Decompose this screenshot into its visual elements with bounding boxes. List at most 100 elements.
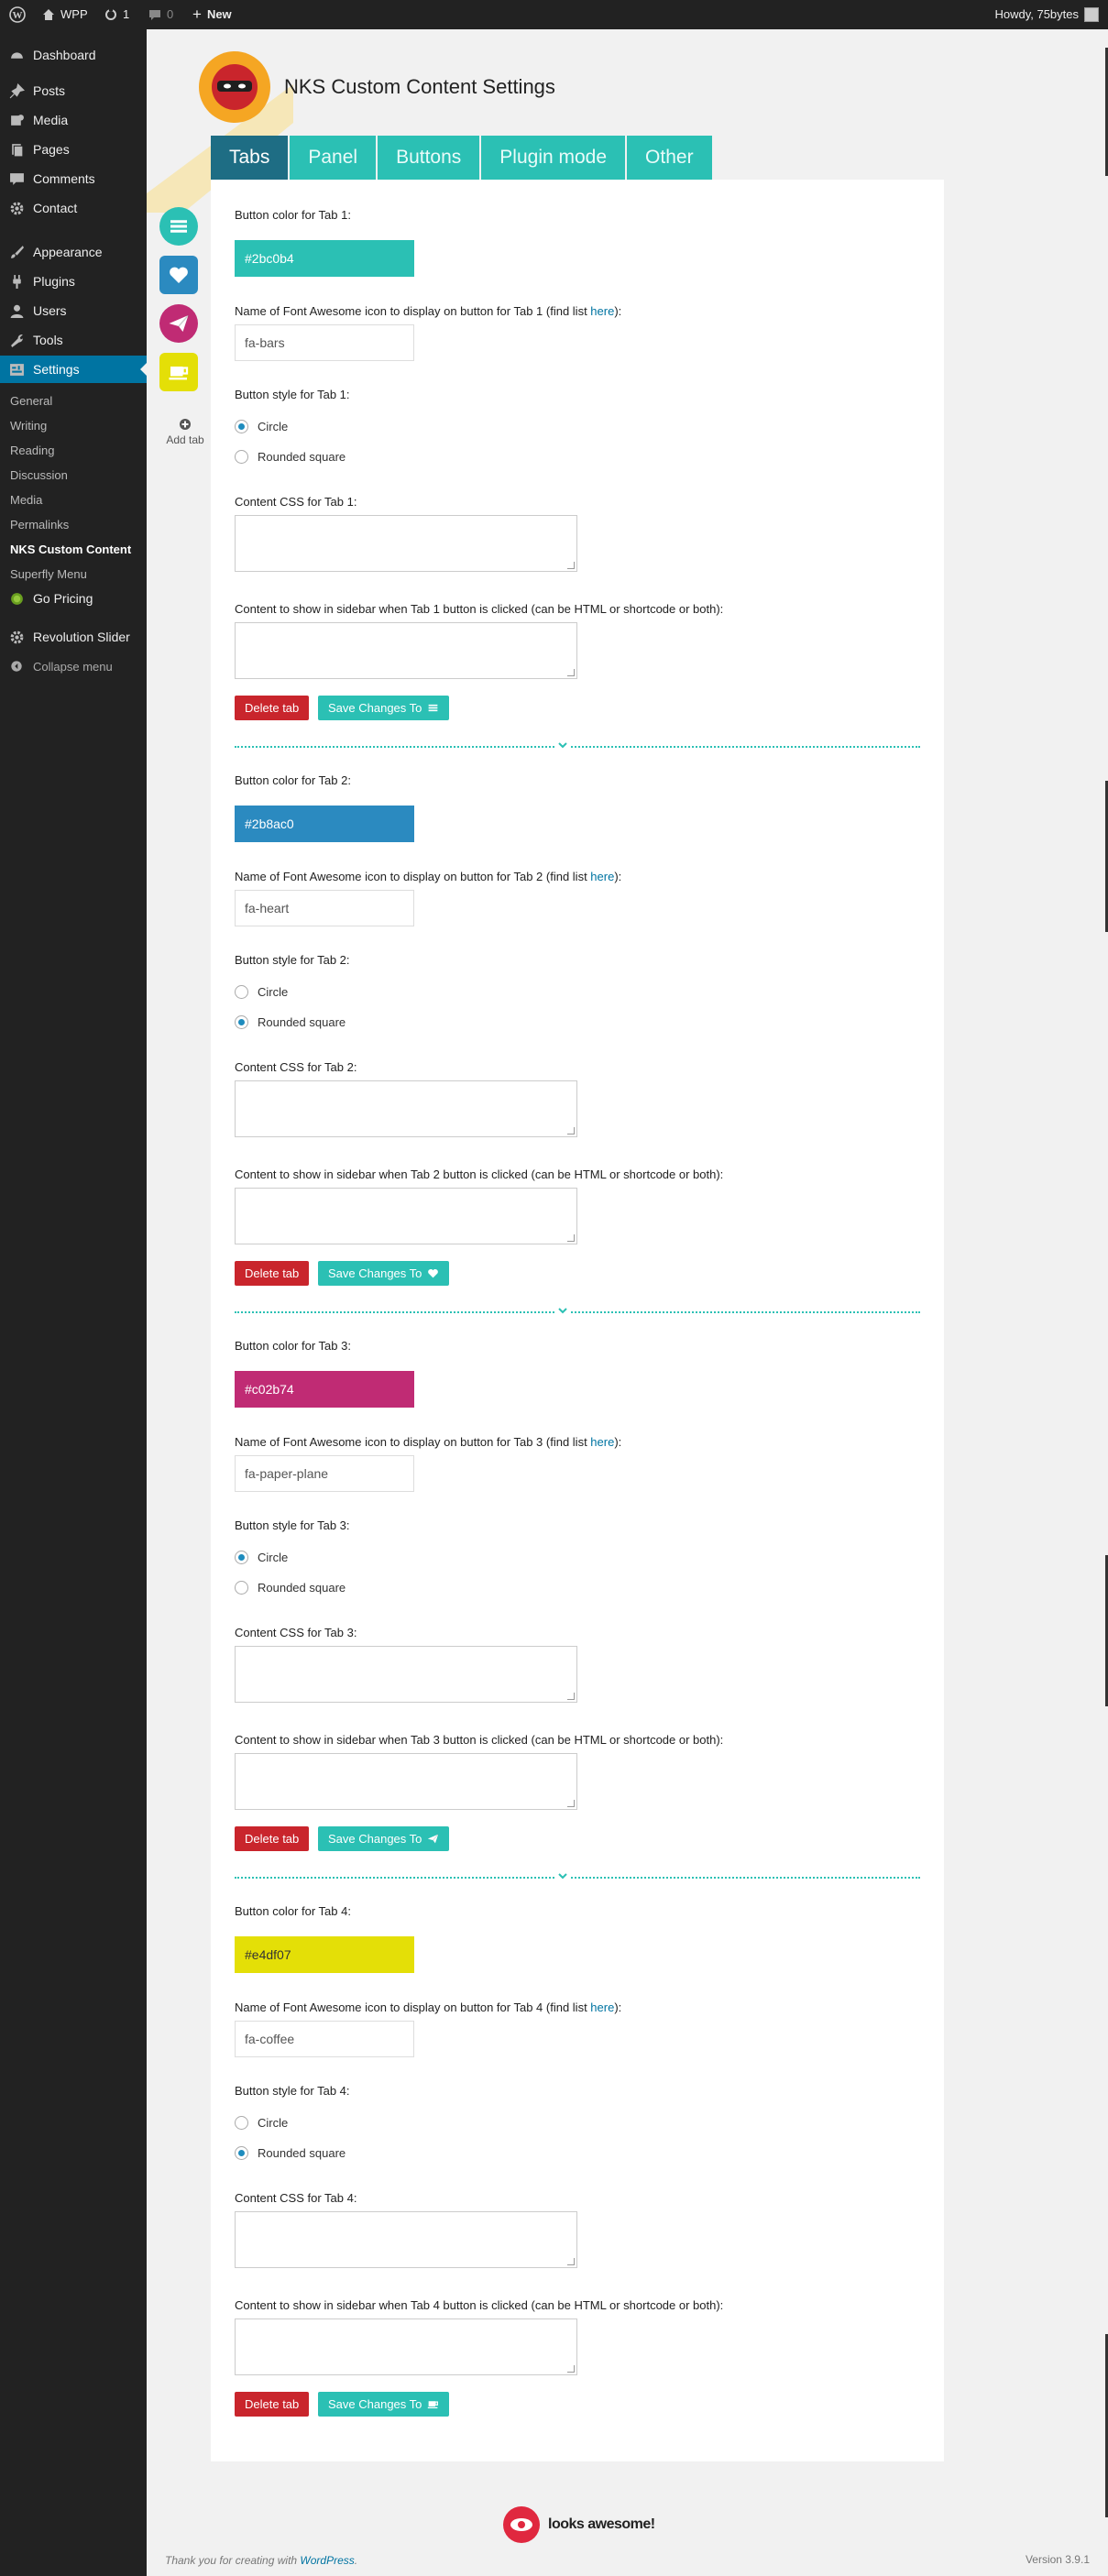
tab-1-icon-input[interactable] — [235, 324, 414, 361]
menu-item-appearance[interactable]: Appearance — [0, 238, 147, 266]
menu-item-pages[interactable]: Pages — [0, 136, 147, 163]
submenu-item-superfly-menu[interactable]: Superfly Menu — [10, 567, 87, 581]
tab-3-style-label: Button style for Tab 3: — [235, 1518, 350, 1532]
save-tab-4-button[interactable]: Save Changes To — [318, 2392, 450, 2417]
tab-4-css-textarea[interactable] — [235, 2211, 577, 2268]
menu-item-comments[interactable]: Comments — [0, 165, 147, 192]
coffee-icon — [169, 367, 189, 380]
menu-item-users[interactable]: Users — [0, 297, 147, 324]
menu-item-tools[interactable]: Tools — [0, 326, 147, 354]
tab-2-content-textarea[interactable] — [235, 1188, 577, 1244]
tab-preview-button-3[interactable] — [156, 301, 202, 346]
tab-3-content-label: Content to show in sidebar when Tab 3 bu… — [235, 1733, 724, 1747]
comment-icon — [149, 10, 160, 20]
tab-2-css-textarea[interactable] — [235, 1080, 577, 1137]
looks-awesome-brand[interactable]: looks awesome! — [502, 2505, 655, 2544]
tab-preview-button-1[interactable] — [156, 203, 202, 249]
submenu-item-nks-custom-content[interactable]: NKS Custom Content — [10, 543, 131, 556]
menu-item-label: Pages — [33, 142, 70, 157]
menu-item-revolution-slider[interactable]: Revolution Slider — [0, 623, 147, 651]
submenu-item-permalinks[interactable]: Permalinks — [10, 518, 69, 532]
tab-3-icon-input[interactable] — [235, 1455, 414, 1492]
tab-2-style-circle-radio[interactable]: Circle — [235, 985, 288, 999]
tab-4-color-picker[interactable]: #e4df07 — [235, 1936, 414, 1973]
tab-2-icon-input[interactable] — [235, 890, 414, 926]
radio-label: Rounded square — [258, 1581, 346, 1595]
tab-plugin-mode[interactable]: Plugin mode — [481, 136, 626, 180]
site-name-link[interactable]: WPP — [42, 0, 88, 29]
tab-4-style-label: Button style for Tab 4: — [235, 2084, 350, 2098]
save-tab-3-button[interactable]: Save Changes To — [318, 1826, 450, 1851]
tab-1-style-circle-radio[interactable]: Circle — [235, 420, 288, 433]
comments-link[interactable]: 0 — [148, 0, 173, 29]
my-account-link[interactable]: Howdy, 75bytes — [994, 0, 1099, 29]
wordpress-logo-icon[interactable]: W — [9, 0, 26, 29]
tab-4-content-textarea[interactable] — [235, 2318, 577, 2375]
tab-4-icon-input[interactable] — [235, 2021, 414, 2057]
menu-item-label: Appearance — [33, 245, 103, 259]
delete-tab-3-button[interactable]: Delete tab — [235, 1826, 310, 1851]
delete-tab-4-button[interactable]: Delete tab — [235, 2392, 310, 2417]
icon-list-link[interactable]: here — [590, 304, 614, 318]
brand-text: looks awesome! — [548, 2516, 655, 2532]
pin-icon — [9, 82, 25, 98]
menu-item-dashboard[interactable]: Dashboard — [0, 41, 147, 69]
menu-item-go-pricing[interactable]: Go Pricing — [0, 585, 147, 612]
submenu-item-reading[interactable]: Reading — [10, 444, 54, 457]
tab-4-style-rounded-radio[interactable]: Rounded square — [235, 2146, 346, 2160]
tab-3-style-rounded-radio[interactable]: Rounded square — [235, 1581, 346, 1595]
tab-1-color-picker[interactable]: #2bc0b4 — [235, 240, 414, 277]
tab-3-content-textarea[interactable] — [235, 1753, 577, 1810]
radio-label: Rounded square — [258, 2146, 346, 2160]
ninja-logo-icon — [199, 51, 270, 123]
icon-list-link[interactable]: here — [590, 1435, 614, 1449]
new-content-link[interactable]: + New — [192, 0, 232, 29]
menu-item-contact[interactable]: Contact — [0, 194, 147, 222]
tab-3-color-picker[interactable]: #c02b74 — [235, 1371, 414, 1408]
tab-3-css-textarea[interactable] — [235, 1646, 577, 1703]
tab-1-content-textarea[interactable] — [235, 622, 577, 679]
tab-3-style-circle-radio[interactable]: Circle — [235, 1551, 288, 1564]
paper-plane-icon — [428, 1834, 439, 1844]
tab-2-color-picker[interactable]: #2b8ac0 — [235, 806, 414, 842]
tab-1-css-textarea[interactable] — [235, 515, 577, 572]
menu-item-plugins[interactable]: Plugins — [0, 268, 147, 295]
icon-list-link[interactable]: here — [590, 870, 614, 883]
menu-item-posts[interactable]: Posts — [0, 77, 147, 104]
menu-item-settings[interactable]: Settings — [0, 356, 147, 383]
menu-item-label: Plugins — [33, 274, 75, 289]
tabs-settings-panel: Button color for Tab 1: #2bc0b4 Name of Fo… — [211, 180, 944, 2461]
icon-list-link[interactable]: here — [590, 2001, 614, 2014]
wordpress-link[interactable]: WordPress — [300, 2554, 354, 2567]
tab-4-style-circle-radio[interactable]: Circle — [235, 2116, 288, 2130]
add-tab-button[interactable]: Add tab — [158, 418, 213, 446]
tab-buttons[interactable]: Buttons — [378, 136, 480, 180]
radio-label: Circle — [258, 1551, 289, 1564]
tab-other[interactable]: Other — [627, 136, 712, 180]
tab-2-style-label: Button style for Tab 2: — [235, 953, 350, 967]
menu-item-label: Revolution Slider — [33, 630, 130, 644]
coffee-icon — [428, 2401, 439, 2409]
delete-tab-2-button[interactable]: Delete tab — [235, 1261, 310, 1286]
wrench-icon — [10, 334, 23, 347]
tab-preview-button-4[interactable] — [156, 349, 202, 395]
menu-item-media[interactable]: Media — [0, 106, 147, 134]
tab-preview-button-2[interactable] — [156, 252, 202, 298]
looks-awesome-logo-icon — [503, 2506, 540, 2543]
submenu-item-media[interactable]: Media — [10, 493, 42, 507]
color-value: #2bc0b4 — [245, 251, 294, 266]
tab-1-style-rounded-radio[interactable]: Rounded square — [235, 450, 346, 464]
save-tab-2-button[interactable]: Save Changes To — [318, 1261, 450, 1286]
tab-panel[interactable]: Panel — [290, 136, 377, 180]
updates-link[interactable]: 1 — [104, 0, 129, 29]
comments-count: 0 — [167, 7, 174, 21]
submenu-item-discussion[interactable]: Discussion — [10, 468, 68, 482]
submenu-item-general[interactable]: General — [10, 394, 52, 408]
tab-tabs[interactable]: Tabs — [211, 136, 289, 180]
menu-item-collapse-menu[interactable]: Collapse menu — [0, 652, 147, 680]
gear-icon — [10, 202, 23, 214]
save-tab-1-button[interactable]: Save Changes To — [318, 696, 450, 720]
tab-2-style-rounded-radio[interactable]: Rounded square — [235, 1015, 346, 1029]
delete-tab-1-button[interactable]: Delete tab — [235, 696, 310, 720]
submenu-item-writing[interactable]: Writing — [10, 419, 47, 433]
